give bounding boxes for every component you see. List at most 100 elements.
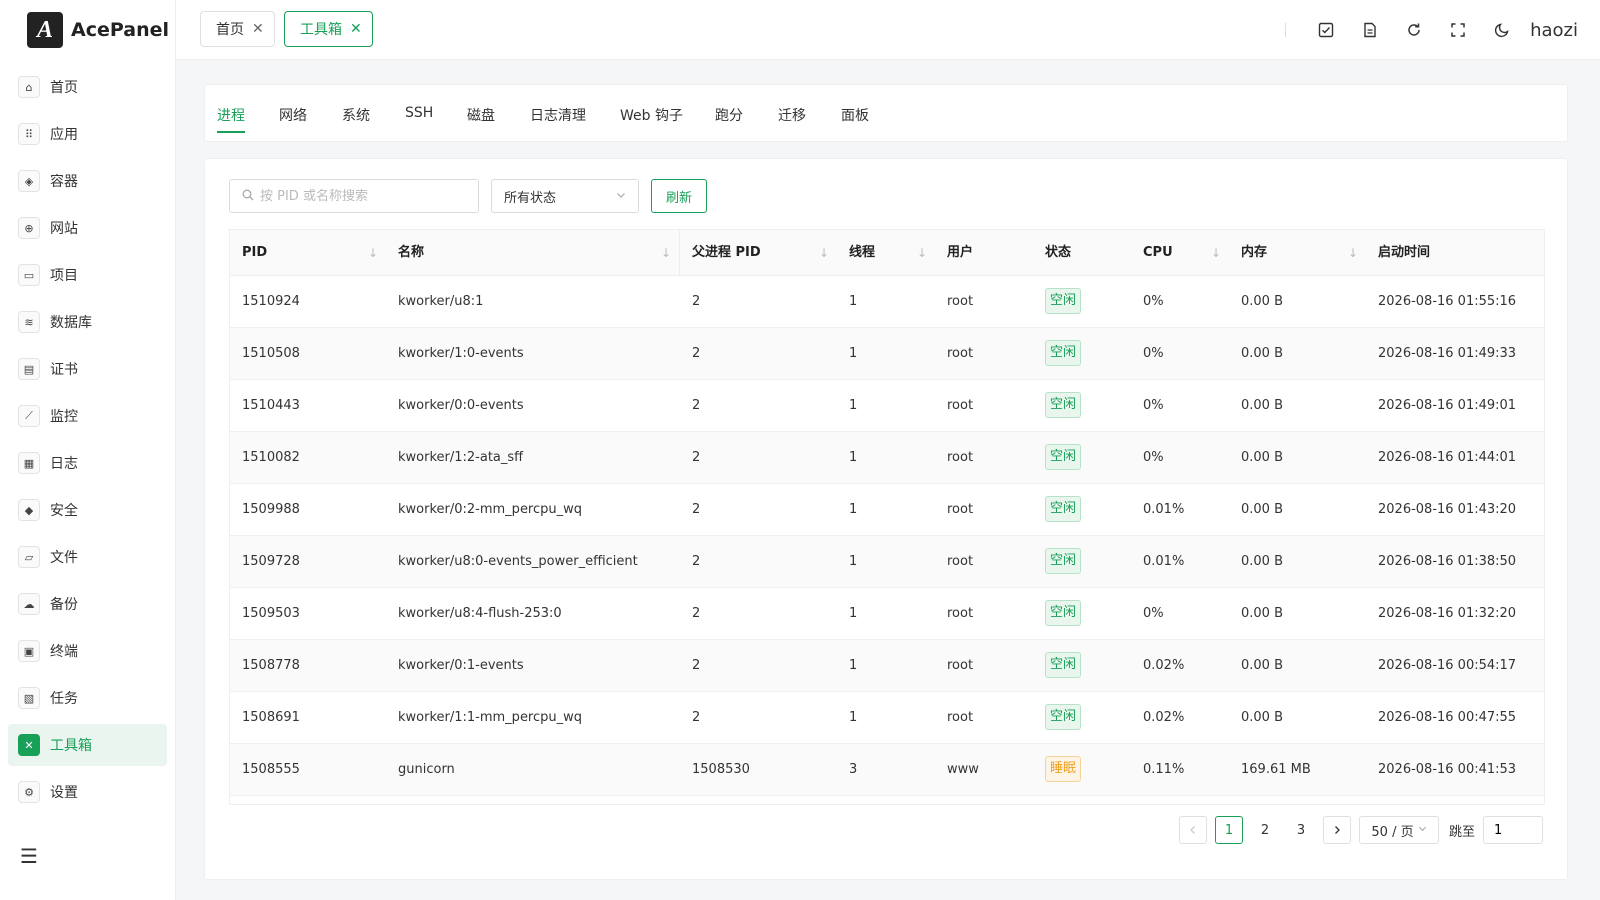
sidebar-item-7[interactable]: ⟋ 监控: [8, 395, 167, 437]
tab-0[interactable]: 进程: [217, 105, 245, 133]
refresh-button[interactable]: 刷新: [651, 179, 707, 213]
close-icon[interactable]: ✕: [350, 21, 362, 37]
column-header-6[interactable]: CPU ↓: [1131, 230, 1229, 276]
sort-icon[interactable]: ↓: [661, 230, 671, 276]
sidebar-item-label: 设置: [50, 785, 78, 801]
page-1[interactable]: 1: [1214, 816, 1243, 844]
table-row[interactable]: 1510924 kworker/u8:1 2 1 root 空闲 0% 0.00 B 2026-…: [230, 276, 1544, 328]
cell-threads: 1: [849, 450, 858, 465]
status-badge: 空闲: [1045, 339, 1082, 366]
header: 首页 ✕ 工具箱 ✕ haozi: [176, 0, 1600, 60]
cell-status: 空闲: [1033, 588, 1131, 640]
document-icon[interactable]: [1357, 17, 1383, 43]
sidebar-item-0[interactable]: ⌂ 首页: [8, 66, 167, 108]
sort-icon[interactable]: ↓: [917, 230, 927, 276]
cell-cpu: 0.01%: [1143, 502, 1185, 517]
dark-mode-icon[interactable]: [1489, 17, 1515, 43]
refresh-icon[interactable]: [1401, 17, 1427, 43]
column-header-1[interactable]: 名称 ↓: [386, 230, 680, 276]
close-icon[interactable]: ✕: [252, 21, 264, 37]
chevron-down-icon: [1418, 824, 1427, 836]
sidebar-item-2[interactable]: ◈ 容器: [8, 160, 167, 202]
cell-user: root: [947, 710, 974, 725]
sort-icon[interactable]: ↓: [368, 230, 378, 276]
column-header-3[interactable]: 线程 ↓: [837, 230, 935, 276]
page-tag-toolbox[interactable]: 工具箱 ✕: [284, 11, 373, 47]
table-row[interactable]: 1509503 kworker/u8:4-flush-253:0 2 1 root 空闲 0…: [230, 588, 1544, 640]
username[interactable]: haozi: [1530, 20, 1578, 41]
sort-icon[interactable]: ↓: [819, 230, 829, 276]
home-icon: ⌂: [18, 76, 40, 98]
table-row[interactable]: 1510082 kworker/1:2-ata_sff 2 1 root 空闲 0% 0.00…: [230, 432, 1544, 484]
column-header-0[interactable]: PID ↓: [230, 230, 386, 276]
table-row[interactable]: 1509728 kworker/u8:0-events_power_efficie…: [230, 536, 1544, 588]
page-tag-home[interactable]: 首页 ✕: [200, 11, 275, 47]
table-row[interactable]: 1509988 kworker/0:2-mm_percpu_wq 2 1 root 空闲 0…: [230, 484, 1544, 536]
fullscreen-icon[interactable]: [1445, 17, 1471, 43]
prev-page-button[interactable]: [1178, 816, 1207, 844]
search-input[interactable]: [260, 188, 460, 204]
page-3[interactable]: 3: [1287, 816, 1315, 844]
cell-threads: 1: [849, 398, 858, 413]
status-select[interactable]: 所有状态: [491, 179, 639, 213]
tab-9[interactable]: 面板: [841, 105, 869, 125]
sidebar-item-11[interactable]: ☁ 备份: [8, 583, 167, 625]
column-header-7[interactable]: 内存 ↓: [1229, 230, 1366, 276]
page-size-select[interactable]: 50 / 页: [1358, 816, 1439, 844]
cell-name: kworker/0:0-events: [398, 398, 524, 413]
task-check-icon[interactable]: [1313, 17, 1339, 43]
table-row[interactable]: 1510508 kworker/1:0-events 2 1 root 空闲 0% 0.00 …: [230, 328, 1544, 380]
table-row[interactable]: 1508691 kworker/1:1-mm_percpu_wq 2 1 root 空闲 0…: [230, 692, 1544, 744]
sidebar-item-1[interactable]: ⠿ 应用: [8, 113, 167, 155]
cell-mem: 0.00 B: [1241, 710, 1283, 725]
gear-icon: ⚙: [18, 781, 40, 803]
divider: [1285, 23, 1287, 37]
tab-6[interactable]: Web 钩子: [620, 105, 683, 125]
sidebar-item-5[interactable]: ≋ 数据库: [8, 301, 167, 343]
folder-icon: ▱: [18, 546, 40, 568]
tab-3[interactable]: SSH: [405, 105, 433, 121]
column-header-8: 启动时间: [1366, 230, 1544, 276]
sidebar-item-label: 首页: [50, 80, 78, 96]
tab-7[interactable]: 跑分: [715, 105, 743, 125]
terminal-icon: ▣: [18, 640, 40, 662]
cell-ppid: 2: [692, 710, 701, 725]
sidebar-item-12[interactable]: ▣ 终端: [8, 630, 167, 672]
tab-2[interactable]: 系统: [342, 105, 370, 125]
page-2[interactable]: 2: [1251, 816, 1279, 844]
sidebar-item-6[interactable]: ▤ 证书: [8, 348, 167, 390]
column-header-2[interactable]: 父进程 PID ↓: [680, 230, 837, 276]
cell-start: 2026-08-16 00:41:53: [1378, 762, 1517, 777]
table-row[interactable]: 1510443 kworker/0:0-events 2 1 root 空闲 0% 0.00 …: [230, 380, 1544, 432]
cell-cpu: 0.11%: [1143, 762, 1185, 777]
sidebar-item-9[interactable]: ◆ 安全: [8, 489, 167, 531]
next-page-button[interactable]: [1322, 816, 1351, 844]
jump-page-input[interactable]: [1483, 816, 1543, 844]
cell-cpu: 0.02%: [1143, 710, 1185, 725]
column-header-4: 用户: [935, 230, 1033, 276]
collapse-sidebar-icon[interactable]: ☰: [20, 844, 38, 868]
app-name: AcePanel: [71, 19, 170, 41]
logo[interactable]: A AcePanel: [0, 0, 175, 60]
cell-name: gunicorn: [398, 762, 455, 777]
sidebar-item-3[interactable]: ⊕ 网站: [8, 207, 167, 249]
cell-cpu: 0%: [1143, 346, 1164, 361]
search-icon: [242, 189, 254, 204]
table-row[interactable]: 1508555 gunicorn 1508530 3 www 睡眠 0.11% 169.61 …: [230, 744, 1544, 796]
sidebar-item-8[interactable]: ▦ 日志: [8, 442, 167, 484]
sidebar-item-15[interactable]: ⚙ 设置: [8, 771, 167, 813]
sidebar: A AcePanel ⌂ 首页 ⠿ 应用 ◈ 容器 ⊕ 网站 ▭ 项目 ≋ 数据库 ▤ 证书 ⟋ 监控 ▦ 日志 ◆…: [0, 0, 176, 900]
cell-ppid: 2: [692, 346, 701, 361]
tab-1[interactable]: 网络: [279, 105, 307, 125]
sidebar-item-10[interactable]: ▱ 文件: [8, 536, 167, 578]
sidebar-item-13[interactable]: ▧ 任务: [8, 677, 167, 719]
tab-5[interactable]: 日志清理: [530, 105, 586, 125]
tab-4[interactable]: 磁盘: [467, 105, 495, 125]
table-row[interactable]: 1508778 kworker/0:1-events 2 1 root 空闲 0.02% 0.…: [230, 640, 1544, 692]
sort-icon[interactable]: ↓: [1348, 230, 1358, 276]
sort-icon[interactable]: ↓: [1211, 230, 1221, 276]
tab-8[interactable]: 迁移: [778, 105, 806, 125]
search-box[interactable]: [229, 179, 479, 213]
sidebar-item-4[interactable]: ▭ 项目: [8, 254, 167, 296]
sidebar-item-14[interactable]: ✕ 工具箱: [8, 724, 167, 766]
